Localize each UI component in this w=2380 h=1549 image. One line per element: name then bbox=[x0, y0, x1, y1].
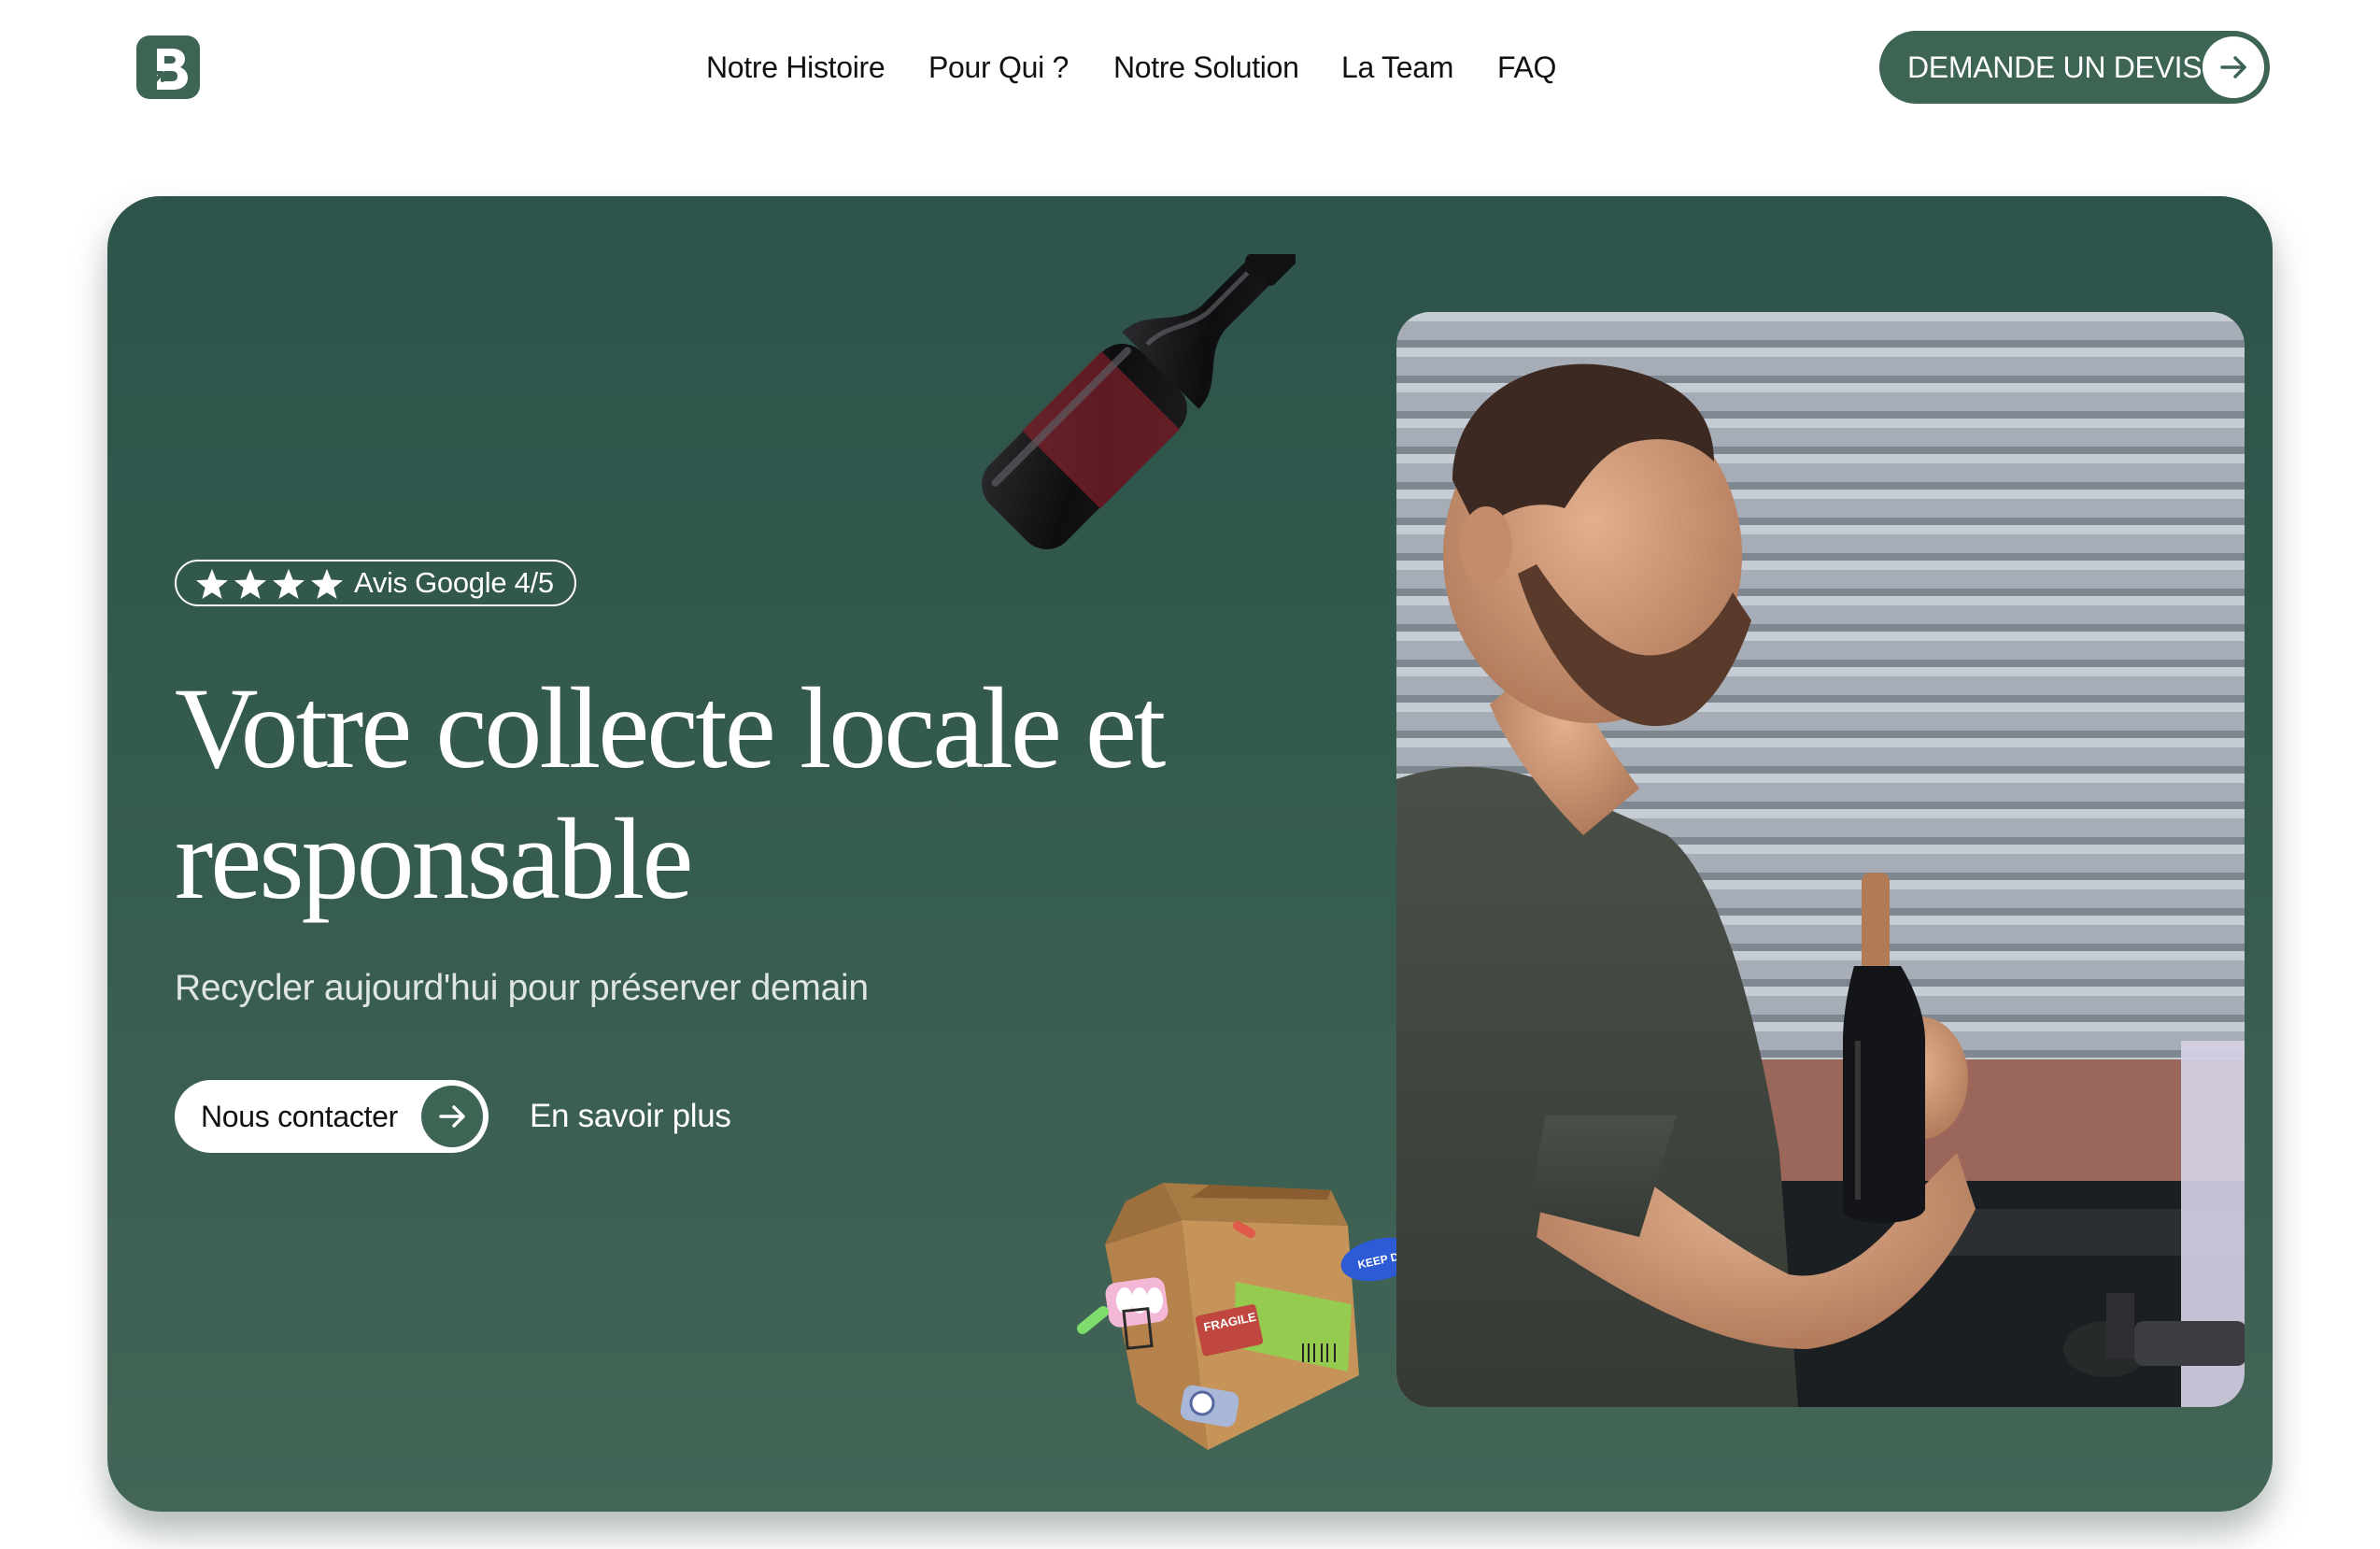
arrow-right-icon bbox=[421, 1086, 483, 1147]
wine-bottle-illustration bbox=[982, 254, 1296, 549]
star-icon bbox=[234, 569, 266, 599]
google-rating-badge: Avis Google 4/5 bbox=[175, 560, 576, 606]
request-quote-label: DEMANDE UN DEVIS bbox=[1907, 50, 2203, 84]
star-icon bbox=[311, 569, 343, 599]
rating-label: Avis Google 4/5 bbox=[354, 566, 554, 599]
nav-link-la-team[interactable]: La Team bbox=[1341, 47, 1453, 88]
nav-link-notre-histoire[interactable]: Notre Histoire bbox=[706, 47, 885, 88]
request-quote-button[interactable]: DEMANDE UN DEVIS bbox=[1879, 31, 2270, 104]
cardboard-box-illustration: FRAGILE KEEP DRY bbox=[1077, 1183, 1419, 1450]
hero-section: Avis Google 4/5 Votre collecte locale et… bbox=[107, 196, 2273, 1512]
contact-button-label: Nous contacter bbox=[201, 1100, 399, 1133]
rating-stars bbox=[195, 568, 348, 600]
contact-button[interactable]: Nous contacter bbox=[175, 1080, 489, 1153]
nav-link-notre-solution[interactable]: Notre Solution bbox=[1113, 47, 1299, 88]
hero-photo bbox=[1396, 312, 2245, 1407]
learn-more-link[interactable]: En savoir plus bbox=[530, 1080, 731, 1153]
arrow-right-icon bbox=[2203, 36, 2264, 98]
star-icon bbox=[273, 569, 305, 599]
star-icon bbox=[196, 569, 228, 599]
nav-link-faq[interactable]: FAQ bbox=[1497, 47, 1556, 88]
hero-headline: Votre collecte locale et responsable bbox=[175, 664, 1166, 923]
hero-subline: Recycler aujourd'hui pour préserver dema… bbox=[175, 968, 869, 1008]
nav-link-pour-qui[interactable]: Pour Qui ? bbox=[928, 47, 1069, 88]
